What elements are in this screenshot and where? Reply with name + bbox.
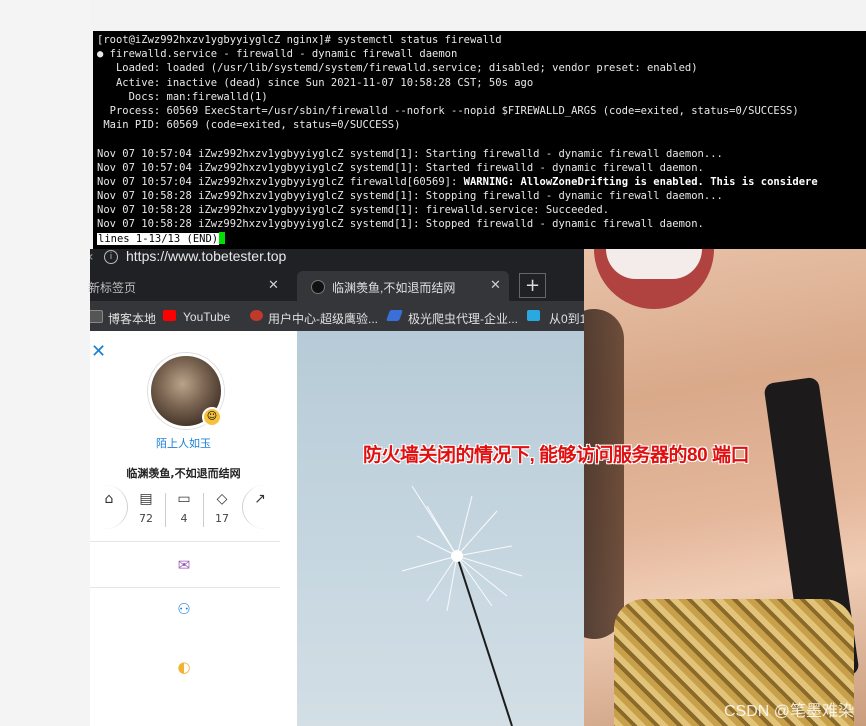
archive-icon: ▤ [139,491,153,507]
divider [90,587,280,588]
tab-strip: 新标签页 ✕ 临渊羡鱼,不如退而结网 ✕ + [88,271,584,301]
close-icon[interactable]: ✕ [91,343,106,361]
terminal-line: Nov 07 10:58:28 iZwz992hxzv1ygbyyiyglcZ … [97,218,704,231]
emoji-badge-icon: ☺ [202,407,222,427]
terminal-line: [root@iZwz992hxzv1ygbyyiyglcZ nginx]# sy… [97,34,502,46]
background-photo [584,249,866,726]
terminal-line: Active: inactive (dead) since Sun 2021-1… [97,76,534,89]
tab-label: 临渊羡鱼,不如退而结网 [332,281,456,295]
bookmark-label: YouTube [183,310,231,324]
terminal-line: Process: 60569 ExecStart=/usr/sbin/firew… [97,104,799,117]
articles-count[interactable]: ▤ 72 [128,489,164,525]
annotation-caption: 防火墙关闭的情况下, 能够访问服务器的80 端口 [363,445,749,466]
terminal-window[interactable]: [root@iZwz992hxzv1ygbyyiyglcZ nginx]# sy… [93,31,866,249]
blog-sidebar: ✕ ☺ 陌上人如玉 临渊羡鱼,不如退而结网 ⌂ ▤ 72 ▭ 4 ◇ 17 ↗ ✉ ⚇… [90,331,297,726]
tab-new-tab[interactable]: 新标签页 ✕ [88,271,295,301]
divider [90,541,280,542]
tag-icon: ◇ [216,491,228,507]
bookmark-favicon-icon [90,310,103,323]
theme-toggle-icon[interactable]: ◐ [176,659,192,675]
url-text[interactable]: https://www.tobetester.top [126,249,286,264]
stats-row: ⌂ ▤ 72 ▭ 4 ◇ 17 ↗ [90,485,297,529]
stat-value: 72 [139,512,153,525]
tab-label: 新标签页 [88,281,137,295]
youtube-icon [163,310,176,321]
warning-text: WARNING: AllowZoneDrifting is enabled. T… [463,175,818,188]
bookmark-favicon-icon [385,310,404,321]
site-favicon-icon [311,280,325,294]
terminal-line: Loaded: loaded (/usr/lib/systemd/system/… [97,62,698,75]
bookmark-label: 从0到1 [549,312,584,326]
bookmark-favicon-icon [250,310,263,321]
bookmark-label: 极光爬虫代理-企业... [408,312,518,326]
terminal-line: Nov 07 10:58:28 iZwz992hxzv1ygbyyiyglcZ … [97,190,723,203]
bookmark-label: 用户中心-超级鹰验... [268,312,378,326]
terminal-cursor [219,231,226,244]
tab-blog[interactable]: 临渊羡鱼,不如退而结网 ✕ [297,271,509,301]
close-icon[interactable]: ✕ [490,277,501,293]
sparkler-illustration [401,485,523,726]
stat-value: 4 [180,512,188,525]
site-info-icon[interactable]: i [104,250,118,264]
username-link[interactable]: 陌上人如玉 [90,435,277,451]
terminal-warning-line: Nov 07 10:57:04 iZwz992hxzv1ygbyyiyglcZ … [97,175,866,189]
mail-icon[interactable]: ✉ [176,557,192,573]
stat-value: 17 [215,512,229,525]
terminal-line: Nov 07 10:57:04 iZwz992hxzv1ygbyyiyglcZ … [97,161,704,174]
watermark: CSDN @笔墨难染 [723,703,854,720]
address-bar[interactable]: ‹ i https://www.tobetester.top [90,249,584,271]
background-image-sparkler [297,331,584,726]
user-icon[interactable]: ⚇ [176,601,192,617]
pager-status-line: lines 1-13/13 (END) [97,231,866,246]
terminal-line: Docs: man:firewalld(1) [97,90,268,103]
terminal-line: Nov 07 10:57:04 iZwz992hxzv1ygbyyiyglcZ … [97,147,723,160]
bookmarks-bar: 博客本地 YouTube 用户中心-超级鹰验... 极光爬虫代理-企业... 从… [90,301,584,331]
tags-count[interactable]: ◇ 17 [204,489,240,525]
bookmark-favicon-icon [527,310,540,321]
share-button[interactable]: ↗ [242,485,278,529]
terminal-line: Nov 07 10:58:28 iZwz992hxzv1ygbyyiyglcZ … [97,204,610,217]
close-icon[interactable]: ✕ [268,277,279,293]
screen-background [0,0,90,726]
home-button[interactable]: ⌂ [91,485,128,529]
new-tab-button[interactable]: + [519,273,546,298]
bookmark-label: 博客本地 [108,312,157,326]
site-motto: 临渊羡鱼,不如退而结网 [126,467,241,480]
warning-prefix: Nov 07 10:57:04 iZwz992hxzv1ygbyyiyglcZ … [97,175,464,188]
terminal-line: ● firewalld.service - firewalld - dynami… [97,48,458,61]
back-arrow-icon[interactable]: ‹ [90,249,94,265]
folder-icon: ▭ [177,491,191,507]
terminal-line: Main PID: 60569 (code=exited, status=0/S… [97,119,401,132]
pager-status: lines 1-13/13 (END) [97,232,220,245]
categories-count[interactable]: ▭ 4 [166,489,202,525]
